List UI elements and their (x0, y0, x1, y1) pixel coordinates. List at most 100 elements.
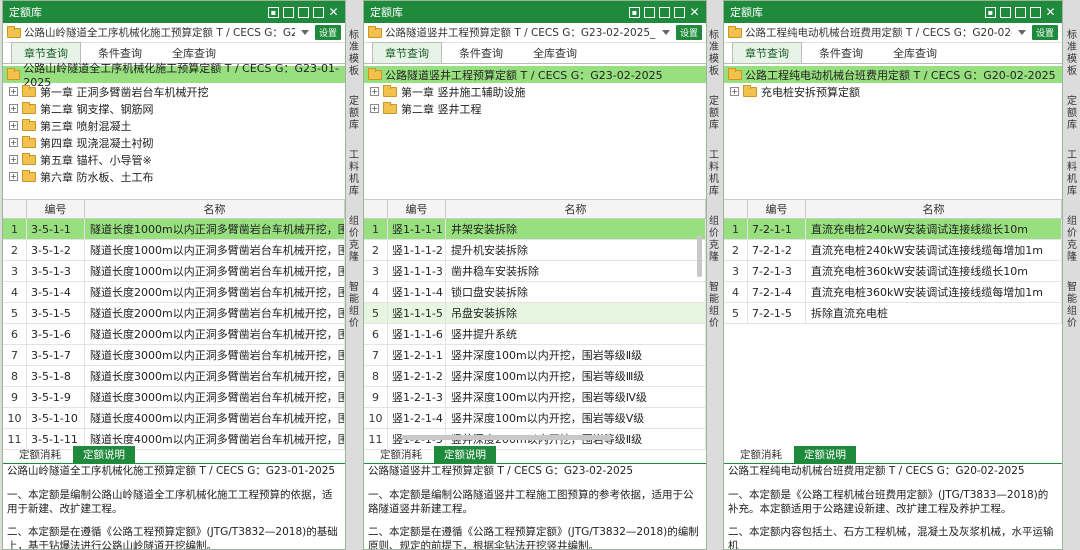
table-row[interactable]: 8 3-5-1-8 隧道长度3000m以内正洞多臂凿岩台车机械开挖，围岩等 (3, 366, 345, 387)
expand-icon[interactable]: + (370, 87, 379, 96)
tree-item[interactable]: + 第一章 竖井施工辅助设施 (364, 83, 706, 100)
vertical-scrollbar[interactable] (697, 235, 702, 277)
tab-condition-query[interactable]: 条件查询 (806, 42, 876, 63)
table-row[interactable]: 4 7-2-1-4 直流充电桩360kW安装调试连接线缆每增加1m (724, 282, 1062, 303)
maximize-icon[interactable] (1030, 6, 1041, 18)
table-row[interactable]: 1 3-5-1-1 隧道长度1000m以内正洞多臂凿岩台车机械开挖，围岩等 (3, 219, 345, 240)
chevron-down-icon[interactable] (661, 30, 670, 35)
col-name[interactable]: 名称 (85, 200, 345, 218)
expand-icon[interactable]: + (9, 172, 18, 181)
close-icon[interactable]: ✕ (328, 6, 339, 18)
table-row[interactable]: 1 7-2-1-1 直流充电桩240kW安装调试连接线缆长10m (724, 219, 1062, 240)
side-tab-quota-library[interactable]: 定额库 (706, 96, 722, 132)
chevron-down-icon[interactable] (300, 30, 309, 35)
tree-item[interactable]: + 第二章 竖井工程 (364, 100, 706, 117)
tab-quota-consumption[interactable]: 定额消耗 (9, 446, 71, 463)
restore-icon[interactable] (1000, 6, 1011, 18)
table-row[interactable]: 6 竖1-1-1-6 竖井提升系统 (364, 324, 706, 345)
horizontal-scrollbar[interactable] (402, 435, 612, 440)
side-tab-material-library[interactable]: 工料机库 (706, 150, 722, 198)
table-row[interactable]: 4 3-5-1-4 隧道长度2000m以内正洞多臂凿岩台车机械开挖，围岩等 (3, 282, 345, 303)
col-code[interactable]: 编号 (388, 200, 446, 218)
col-name[interactable]: 名称 (446, 200, 706, 218)
table-row[interactable]: 7 竖1-2-1-1 竖井深度100m以内开挖，围岩等级Ⅱ级 (364, 345, 706, 366)
tab-quota-consumption[interactable]: 定额消耗 (730, 446, 792, 463)
expand-icon[interactable]: + (9, 87, 18, 96)
table-row[interactable]: 10 3-5-1-10 隧道长度4000m以内正洞多臂凿岩台车机械开挖，围岩等 (3, 408, 345, 429)
expand-icon[interactable]: + (370, 104, 379, 113)
tab-condition-query[interactable]: 条件查询 (446, 42, 516, 63)
settings-button[interactable]: 设置 (314, 25, 341, 40)
float-icon[interactable] (1015, 6, 1026, 18)
tree-item[interactable]: + 第六章 防水板、土工布 (3, 168, 345, 185)
pin-icon[interactable]: ▪ (629, 6, 640, 18)
table-row[interactable]: 5 7-2-1-5 拆除直流充电桩 (724, 303, 1062, 324)
side-tab-template[interactable]: 标准模板 (346, 30, 362, 78)
tree-item[interactable]: + 第四章 现浇混凝土衬砌 (3, 134, 345, 151)
side-tab-smart-pricing[interactable]: 智能组价 (346, 282, 362, 330)
table-row[interactable]: 2 竖1-1-1-2 提升机安装拆除 (364, 240, 706, 261)
table-row[interactable]: 1 竖1-1-1-1 井架安装拆除 (364, 219, 706, 240)
tree-item[interactable]: + 充电桩安拆预算定额 (724, 83, 1062, 100)
table-row[interactable]: 9 竖1-2-1-3 竖井深度100m以内开挖，围岩等级Ⅳ级 (364, 387, 706, 408)
tree-item[interactable]: + 第二章 钢支撑、钢筋网 (3, 100, 345, 117)
table-row[interactable]: 3 3-5-1-3 隧道长度1000m以内正洞多臂凿岩台车机械开挖，围岩等 (3, 261, 345, 282)
expand-icon[interactable]: + (9, 155, 18, 164)
table-row[interactable]: 9 3-5-1-9 隧道长度3000m以内正洞多臂凿岩台车机械开挖，围岩等 (3, 387, 345, 408)
tab-chapter-query[interactable]: 章节查询 (372, 42, 442, 63)
tab-quota-description[interactable]: 定额说明 (794, 446, 856, 463)
chevron-down-icon[interactable] (1017, 30, 1026, 35)
float-icon[interactable] (298, 6, 309, 18)
expand-icon[interactable]: + (9, 104, 18, 113)
expand-icon[interactable]: + (9, 138, 18, 147)
maximize-icon[interactable] (313, 6, 324, 18)
table-row[interactable]: 7 3-5-1-7 隧道长度3000m以内正洞多臂凿岩台车机械开挖，围岩等 (3, 345, 345, 366)
tree-root[interactable]: 公路山岭隧道全工序机械化施工预算定额 T / CECS G：G23-01-202… (3, 62, 345, 89)
tab-full-query[interactable]: 全库查询 (520, 42, 590, 63)
side-tab-material-library[interactable]: 工料机库 (346, 150, 362, 198)
settings-button[interactable]: 设置 (1031, 25, 1058, 40)
side-tab-material-library[interactable]: 工料机库 (1064, 150, 1080, 198)
side-tab-template[interactable]: 标准模板 (706, 30, 722, 78)
library-selector[interactable]: 公路山岭隧道全工序机械化施工预算定额 T / CECS G：G23-01-202… (3, 23, 345, 43)
tab-quota-description[interactable]: 定额说明 (73, 446, 135, 463)
tree-item[interactable]: + 第五章 锚杆、小导管※ (3, 151, 345, 168)
table-row[interactable]: 4 竖1-1-1-4 锁口盘安装拆除 (364, 282, 706, 303)
side-tab-price-clone[interactable]: 组价克隆 (706, 216, 722, 264)
close-icon[interactable]: ✕ (1045, 6, 1056, 18)
library-selector[interactable]: 公路工程纯电动机械台班费用定额 T / CECS G：G20-02-2025 设… (724, 23, 1062, 43)
side-tab-smart-pricing[interactable]: 智能组价 (1064, 282, 1080, 330)
restore-icon[interactable] (644, 6, 655, 18)
table-row[interactable]: 2 7-2-1-2 直流充电桩240kW安装调试连接线缆每增加1m (724, 240, 1062, 261)
table-row[interactable]: 5 3-5-1-5 隧道长度2000m以内正洞多臂凿岩台车机械开挖，围岩等 (3, 303, 345, 324)
col-code[interactable]: 编号 (27, 200, 85, 218)
table-row[interactable]: 6 3-5-1-6 隧道长度2000m以内正洞多臂凿岩台车机械开挖，围岩等 (3, 324, 345, 345)
float-icon[interactable] (659, 6, 670, 18)
side-tab-quota-library[interactable]: 定额库 (346, 96, 362, 132)
tab-quota-consumption[interactable]: 定额消耗 (370, 446, 432, 463)
tree-root[interactable]: 公路隧道竖井工程预算定额 T / CECS G：G23-02-2025 (364, 66, 706, 83)
library-selector[interactable]: 公路隧道竖井工程预算定额 T / CECS G：G23-02-2025_1.0.… (364, 23, 706, 43)
table-row[interactable]: 2 3-5-1-2 隧道长度1000m以内正洞多臂凿岩台车机械开挖，围岩等 (3, 240, 345, 261)
close-icon[interactable]: ✕ (689, 6, 700, 18)
tab-quota-description[interactable]: 定额说明 (434, 446, 496, 463)
table-row[interactable]: 10 竖1-2-1-4 竖井深度100m以内开挖，围岩等级Ⅴ级 (364, 408, 706, 429)
side-tab-price-clone[interactable]: 组价克隆 (1064, 216, 1080, 264)
pin-icon[interactable]: ▪ (268, 6, 279, 18)
settings-button[interactable]: 设置 (675, 25, 702, 40)
side-tab-price-clone[interactable]: 组价克隆 (346, 216, 362, 264)
side-tab-template[interactable]: 标准模板 (1064, 30, 1080, 78)
table-row[interactable]: 8 竖1-2-1-2 竖井深度100m以内开挖，围岩等级Ⅲ级 (364, 366, 706, 387)
pin-icon[interactable]: ▪ (985, 6, 996, 18)
side-tab-smart-pricing[interactable]: 智能组价 (706, 282, 722, 330)
maximize-icon[interactable] (674, 6, 685, 18)
expand-icon[interactable]: + (730, 87, 739, 96)
tree-item[interactable]: + 第三章 喷射混凝土 (3, 117, 345, 134)
expand-icon[interactable]: + (9, 121, 18, 130)
tab-chapter-query[interactable]: 章节查询 (732, 42, 802, 63)
tree-root[interactable]: 公路工程纯电动机械台班费用定额 T / CECS G：G20-02-2025 (724, 66, 1062, 83)
side-tab-quota-library[interactable]: 定额库 (1064, 96, 1080, 132)
table-row[interactable]: 5 竖1-1-1-5 吊盘安装拆除 (364, 303, 706, 324)
table-row[interactable]: 3 竖1-1-1-3 凿井稳车安装拆除 (364, 261, 706, 282)
table-row[interactable]: 3 7-2-1-3 直流充电桩360kW安装调试连接线缆长10m (724, 261, 1062, 282)
